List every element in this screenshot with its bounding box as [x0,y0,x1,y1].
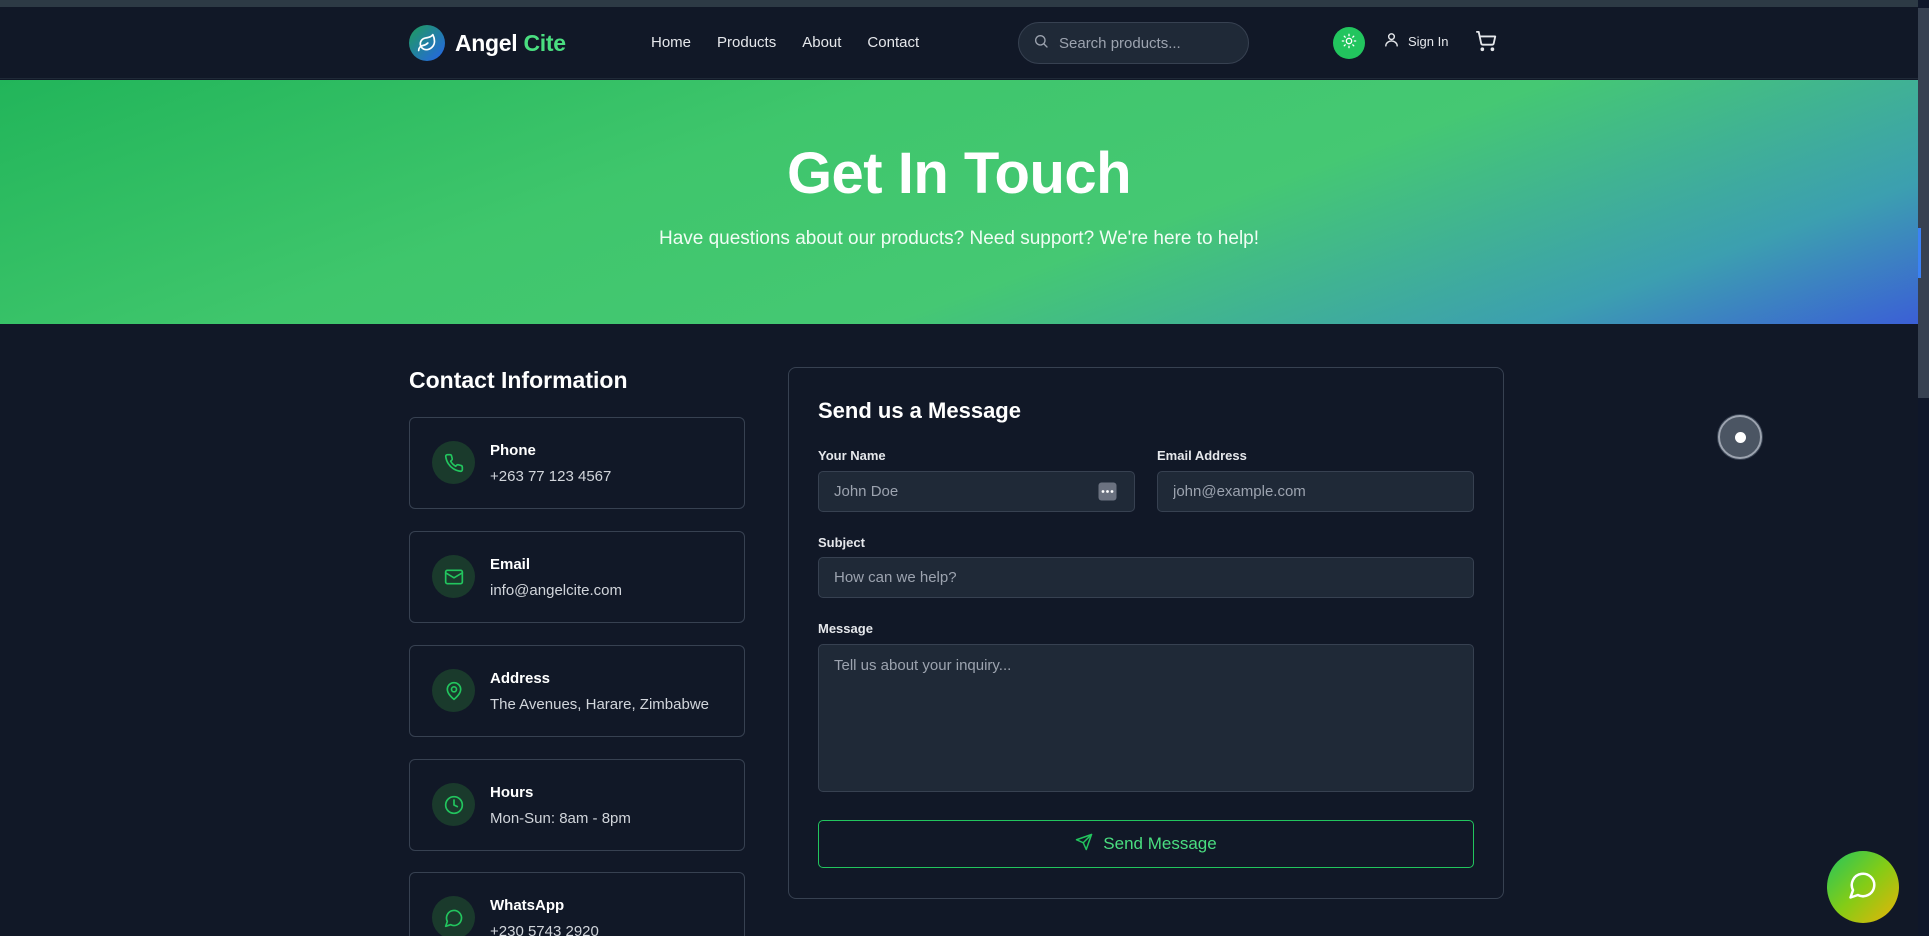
logo[interactable]: Angel Cite [409,25,566,61]
contact-label: WhatsApp [490,897,565,914]
send-message-button[interactable]: Send Message [818,820,1474,868]
contact-label: Phone [490,442,536,459]
contact-card-phone: Phone +263 77 123 4567 [409,417,745,509]
autofill-icon[interactable] [1098,482,1117,506]
logo-text-part2: Cite [523,29,566,56]
contact-card-hours: Hours Mon-Sun: 8am - 8pm [409,759,745,851]
mail-icon [432,555,475,598]
site-header: Angel Cite Home Products About Contact S… [0,7,1918,79]
logo-text-part1: Angel [455,29,518,56]
chat-widget-button[interactable] [1827,851,1899,923]
hero-title: Get In Touch [786,141,1132,206]
hero-subtitle: Have questions about our products? Need … [658,228,1260,249]
send-message-label: Send Message [1103,834,1217,853]
hero-section: Get In Touch Have questions about our pr… [0,80,1918,324]
leaf-icon [409,25,445,61]
nav-link-products[interactable]: Products [717,34,776,51]
dot-icon [1734,431,1746,443]
contact-label: Email [490,556,531,573]
contact-info-title: Contact Information [409,367,628,393]
chat-icon [432,896,475,936]
cart-icon [1475,30,1497,56]
scrollbar-thumb[interactable] [1918,8,1929,398]
contact-card-email: Email info@angelcite.com [409,531,745,623]
search-icon [1033,33,1049,54]
floating-record-button[interactable] [1718,415,1762,459]
contact-value: The Avenues, Harare, Zimbabwe [490,696,710,713]
map-pin-icon [432,669,475,712]
nav-link-about[interactable]: About [802,34,841,51]
top-strip [0,0,1929,7]
clock-icon [432,783,475,826]
message-textarea[interactable] [818,644,1474,792]
contact-value: +230 5743 2920 [490,923,599,936]
contact-value: Mon-Sun: 8am - 8pm [490,810,631,827]
sign-in-button[interactable]: Sign In [1383,31,1448,51]
sun-icon [1341,33,1357,54]
name-field[interactable] [818,471,1135,512]
subject-label: Subject [818,535,865,550]
nav-link-home[interactable]: Home [651,34,691,51]
nav-link-contact[interactable]: Contact [867,34,919,51]
phone-icon [432,441,475,484]
scrollbar-marker [1918,228,1921,278]
contact-card-whatsapp: WhatsApp +230 5743 2920 [409,872,745,936]
logo-text: Angel Cite [455,30,566,57]
contact-label: Address [490,670,551,687]
user-icon [1383,31,1400,51]
search-input[interactable] [1059,34,1229,52]
contact-card-address: Address The Avenues, Harare, Zimbabwe [409,645,745,737]
message-label: Message [818,621,873,636]
main-nav: Home Products About Contact [651,34,945,51]
email-label: Email Address [1157,448,1247,463]
contact-value: info@angelcite.com [490,582,622,599]
subject-field[interactable] [818,557,1474,598]
contact-value: +263 77 123 4567 [490,468,612,485]
contact-label: Hours [490,784,534,801]
form-title: Send us a Message [818,398,1021,423]
sign-in-label: Sign In [1408,33,1449,49]
theme-toggle-button[interactable] [1333,27,1365,59]
name-label: Your Name [818,448,886,463]
cart-button[interactable] [1475,30,1497,57]
message-form: Send us a Message Your Name Email Addres… [788,367,1504,899]
message-circle-icon [1848,870,1878,905]
email-field[interactable] [1157,471,1474,512]
send-icon [1075,833,1093,856]
search-box [1018,22,1249,64]
